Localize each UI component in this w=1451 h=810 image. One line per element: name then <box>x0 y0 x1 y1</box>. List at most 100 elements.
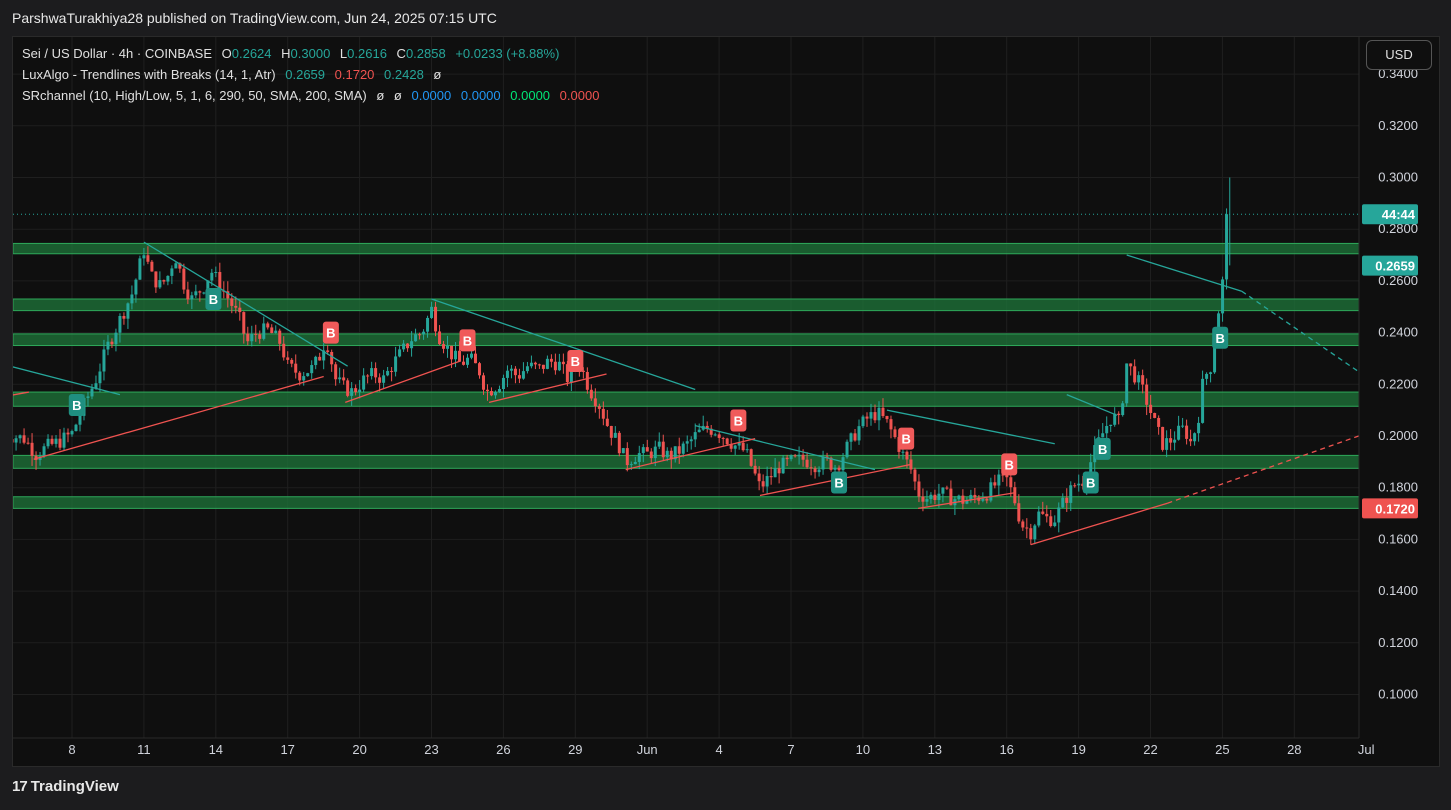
candle-body <box>1137 375 1141 383</box>
candle-body <box>374 368 378 378</box>
sr-zone <box>13 454 1359 469</box>
candle-body <box>362 375 366 390</box>
candle-body <box>957 495 961 500</box>
candle-body <box>501 377 505 390</box>
candle-body <box>621 448 625 454</box>
candle-body <box>446 345 450 349</box>
candle-body <box>438 331 442 345</box>
candle-body <box>1173 439 1177 443</box>
candle-body <box>302 376 306 381</box>
luxalgo-value-4: ø <box>433 67 442 82</box>
candle-body <box>234 305 238 308</box>
candle-body <box>561 361 565 365</box>
candle-body <box>553 361 557 371</box>
candle-body <box>230 298 234 306</box>
candle-body <box>685 441 689 444</box>
candle-body <box>493 391 497 396</box>
candle-body <box>1157 417 1161 427</box>
open-label: O <box>221 46 232 61</box>
candle-body <box>18 435 22 439</box>
candle-body <box>242 312 246 334</box>
tradingview-footer[interactable]: 17 TradingView <box>12 778 119 795</box>
candle-body <box>1209 372 1213 374</box>
candle-body <box>1037 511 1041 526</box>
marker-label: B <box>834 476 843 491</box>
candle-body <box>1197 422 1201 434</box>
candle-body <box>262 323 266 339</box>
candle-body <box>769 476 773 478</box>
candle-body <box>130 294 134 304</box>
candle-body <box>150 261 154 272</box>
candle-body <box>1045 513 1049 517</box>
candle-body <box>182 268 186 290</box>
srchannel-legend[interactable]: SRchannel (10, High/Low, 5, 1, 6, 290, 5… <box>22 88 605 103</box>
candle-body <box>533 362 537 365</box>
candle-body <box>593 398 597 407</box>
candle-body <box>406 343 410 349</box>
candle-body <box>601 408 605 419</box>
sr-zone <box>13 242 1359 255</box>
candle-body <box>214 272 218 274</box>
candle-body <box>146 255 150 262</box>
candle-body <box>158 280 162 288</box>
currency-button[interactable]: USD <box>1366 40 1432 70</box>
candle-body <box>1101 433 1105 438</box>
candle-body <box>985 498 989 501</box>
candle-body <box>26 442 30 444</box>
candle-body <box>853 433 857 441</box>
candle-body <box>1025 527 1029 529</box>
candle-body <box>757 473 761 482</box>
candle-body <box>481 375 485 390</box>
candle-body <box>1201 378 1205 423</box>
y-tick-label: 0.1600 <box>1378 531 1418 546</box>
candle-body <box>681 443 685 454</box>
candle-body <box>633 461 637 465</box>
price-chart[interactable]: B B B B B B B B B B B B 0.1000 0.1200 0.1400 0.1600 0.18… <box>0 0 1451 810</box>
candle-body <box>509 368 513 371</box>
x-tick-label: 22 <box>1143 742 1157 757</box>
candle-body <box>350 388 354 396</box>
x-tick-label: 11 <box>137 742 151 757</box>
candle-body <box>426 317 430 332</box>
candle-body <box>541 364 545 369</box>
candle-body <box>1193 433 1197 442</box>
candle-body <box>641 447 645 454</box>
candle-body <box>841 457 845 471</box>
candle-body <box>605 418 609 426</box>
candle-body <box>785 457 789 460</box>
candle-body <box>134 279 138 295</box>
candle-body <box>430 306 434 318</box>
candle-body <box>497 389 501 392</box>
candle-body <box>298 372 302 381</box>
x-tick-label: 8 <box>68 742 75 757</box>
candle-body <box>122 315 126 319</box>
candle-body <box>174 263 178 269</box>
y-tick-label: 0.2000 <box>1378 428 1418 443</box>
candle-body <box>190 295 194 300</box>
high-label: H <box>281 46 291 61</box>
luxalgo-value-2: 0.1720 <box>334 67 375 82</box>
candle-body <box>54 438 58 444</box>
candle-body <box>777 468 781 474</box>
luxalgo-legend[interactable]: LuxAlgo - Trendlines with Breaks (14, 1,… <box>22 67 447 82</box>
sr-value-2: ø <box>393 88 402 103</box>
candle-body <box>434 306 438 332</box>
candle-body <box>250 333 254 342</box>
candle-body <box>861 416 865 427</box>
candle-body <box>513 368 517 376</box>
marker-label: B <box>209 292 218 307</box>
candle-body <box>645 447 649 452</box>
candle-body <box>1165 438 1169 450</box>
candle-body <box>473 353 477 364</box>
y-tick-label: 0.1800 <box>1378 480 1418 495</box>
candle-body <box>102 349 106 372</box>
candle-body <box>454 350 458 360</box>
candle-body <box>394 356 398 372</box>
price-tag-label: 0.2659 <box>1375 259 1415 274</box>
candle-body <box>657 441 661 447</box>
candle-body <box>809 467 813 469</box>
candle-body <box>865 416 869 419</box>
marker-label: B <box>1098 442 1107 457</box>
candle-body <box>905 451 909 460</box>
candle-body <box>585 371 589 390</box>
